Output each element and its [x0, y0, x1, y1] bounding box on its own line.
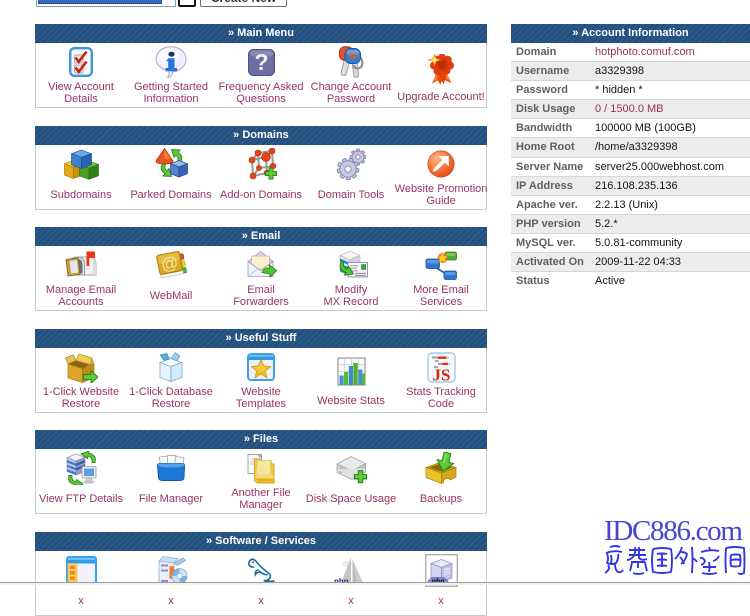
svg-text:@: @	[159, 252, 180, 274]
svg-text:JS: JS	[432, 365, 450, 383]
svg-text:?: ?	[254, 49, 268, 75]
